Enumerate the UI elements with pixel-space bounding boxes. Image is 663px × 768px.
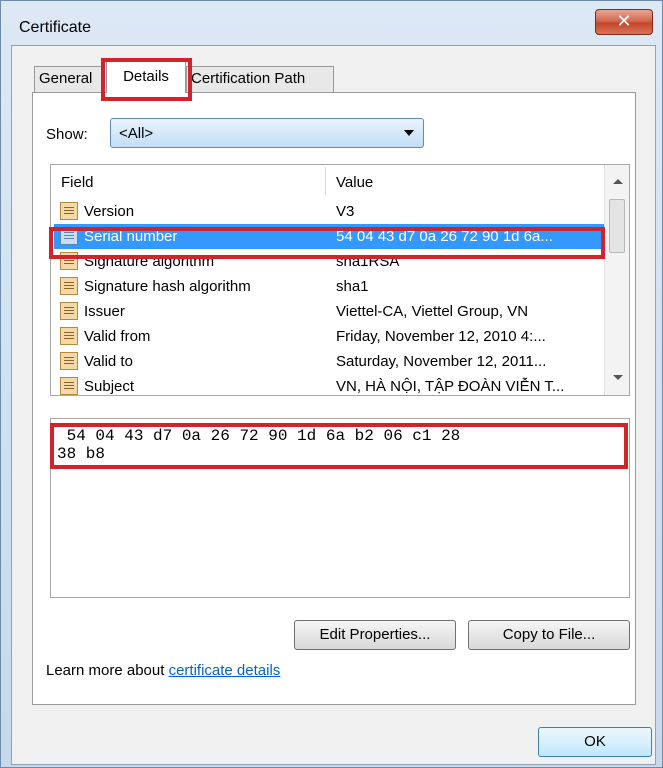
field-value: Friday, November 12, 2010 4:... bbox=[336, 328, 546, 345]
list-item-issuer[interactable]: Issuer Viettel-CA, Viettel Group, VN bbox=[54, 299, 604, 324]
close-button[interactable]: ✕ bbox=[595, 9, 653, 35]
serial-number-value-text: 54 04 43 d7 0a 26 72 90 1d 6a b2 06 c1 2… bbox=[57, 427, 461, 463]
title-bar: Certificate ✕ bbox=[1, 1, 662, 45]
edit-properties-button[interactable]: Edit Properties... bbox=[294, 620, 456, 650]
certificate-field-icon bbox=[60, 302, 78, 320]
show-label: Show: bbox=[46, 126, 88, 143]
list-item-signature-algorithm[interactable]: Signature algorithm sha1RSA bbox=[54, 249, 604, 274]
certificate-field-icon bbox=[60, 352, 78, 370]
list-item-valid-to[interactable]: Valid to Saturday, November 12, 2011... bbox=[54, 349, 604, 374]
fields-list[interactable]: Field Value Version V3 Serial number 54 … bbox=[50, 164, 630, 396]
tab-general[interactable]: General bbox=[34, 66, 104, 92]
tab-general-label: General bbox=[39, 70, 93, 87]
field-value: Saturday, November 12, 2011... bbox=[336, 353, 547, 370]
field-value: Viettel-CA, Viettel Group, VN bbox=[336, 303, 529, 320]
field-name: Signature algorithm bbox=[84, 253, 215, 270]
column-header-field[interactable]: Field bbox=[61, 174, 94, 191]
field-value: VN, HÀ NỘI, TẬP ĐOÀN VIỄN T... bbox=[336, 378, 565, 395]
field-name: Serial number bbox=[84, 228, 178, 245]
field-value: sha1 bbox=[336, 278, 369, 295]
field-name: Valid to bbox=[84, 353, 133, 370]
field-name: Subject bbox=[84, 378, 135, 395]
field-name: Version bbox=[84, 203, 135, 220]
certificate-field-icon bbox=[60, 252, 78, 270]
scroll-down-arrow-icon[interactable] bbox=[613, 375, 623, 380]
field-name: Valid from bbox=[84, 328, 151, 345]
field-value: sha1RSA bbox=[336, 253, 400, 270]
ok-button[interactable]: OK bbox=[538, 727, 652, 757]
column-divider[interactable] bbox=[325, 167, 326, 195]
field-value: 54 04 43 d7 0a 26 72 90 1d 6a... bbox=[336, 228, 553, 245]
field-value: V3 bbox=[336, 203, 355, 220]
field-detail-textbox[interactable]: 54 04 43 d7 0a 26 72 90 1d 6a b2 06 c1 2… bbox=[50, 418, 630, 598]
learn-more-text: Learn more about certificate details bbox=[46, 662, 280, 679]
scroll-up-arrow-icon[interactable] bbox=[613, 179, 623, 184]
tab-certification-path-label: Certification Path bbox=[191, 70, 306, 87]
list-item-valid-from[interactable]: Valid from Friday, November 12, 2010 4:.… bbox=[54, 324, 604, 349]
tab-certification-path[interactable]: Certification Path bbox=[186, 66, 334, 92]
list-item-version[interactable]: Version V3 bbox=[54, 199, 604, 224]
copy-to-file-button[interactable]: Copy to File... bbox=[468, 620, 630, 650]
list-item-serial-number[interactable]: Serial number 54 04 43 d7 0a 26 72 90 1d… bbox=[54, 224, 604, 249]
column-header-value[interactable]: Value bbox=[336, 174, 373, 191]
certificate-dialog: Certificate ✕ General Details Certificat… bbox=[0, 0, 663, 768]
dialog-body: General Details Certification Path Show:… bbox=[11, 45, 656, 765]
tab-details[interactable]: Details bbox=[106, 61, 186, 93]
certificate-field-icon bbox=[60, 227, 78, 245]
scrollbar-thumb[interactable] bbox=[609, 199, 625, 253]
list-scrollbar[interactable] bbox=[604, 165, 629, 395]
learn-more-prefix: Learn more about bbox=[46, 662, 169, 679]
chevron-down-icon bbox=[404, 130, 414, 136]
show-dropdown[interactable]: <All> bbox=[110, 118, 424, 148]
list-item-subject[interactable]: Subject VN, HÀ NỘI, TẬP ĐOÀN VIỄN T... bbox=[54, 374, 604, 395]
certificate-field-icon bbox=[60, 327, 78, 345]
list-item-signature-hash-algorithm[interactable]: Signature hash algorithm sha1 bbox=[54, 274, 604, 299]
close-icon: ✕ bbox=[616, 11, 632, 31]
certificate-field-icon bbox=[60, 277, 78, 295]
tab-details-label: Details bbox=[123, 68, 169, 85]
certificate-field-icon bbox=[60, 377, 78, 395]
show-dropdown-value: <All> bbox=[119, 125, 154, 142]
window-title: Certificate bbox=[19, 19, 92, 36]
certificate-field-icon bbox=[60, 202, 78, 220]
certificate-details-link[interactable]: certificate details bbox=[169, 662, 281, 679]
field-name: Issuer bbox=[84, 303, 125, 320]
field-name: Signature hash algorithm bbox=[84, 278, 251, 295]
list-header: Field Value bbox=[51, 165, 604, 197]
